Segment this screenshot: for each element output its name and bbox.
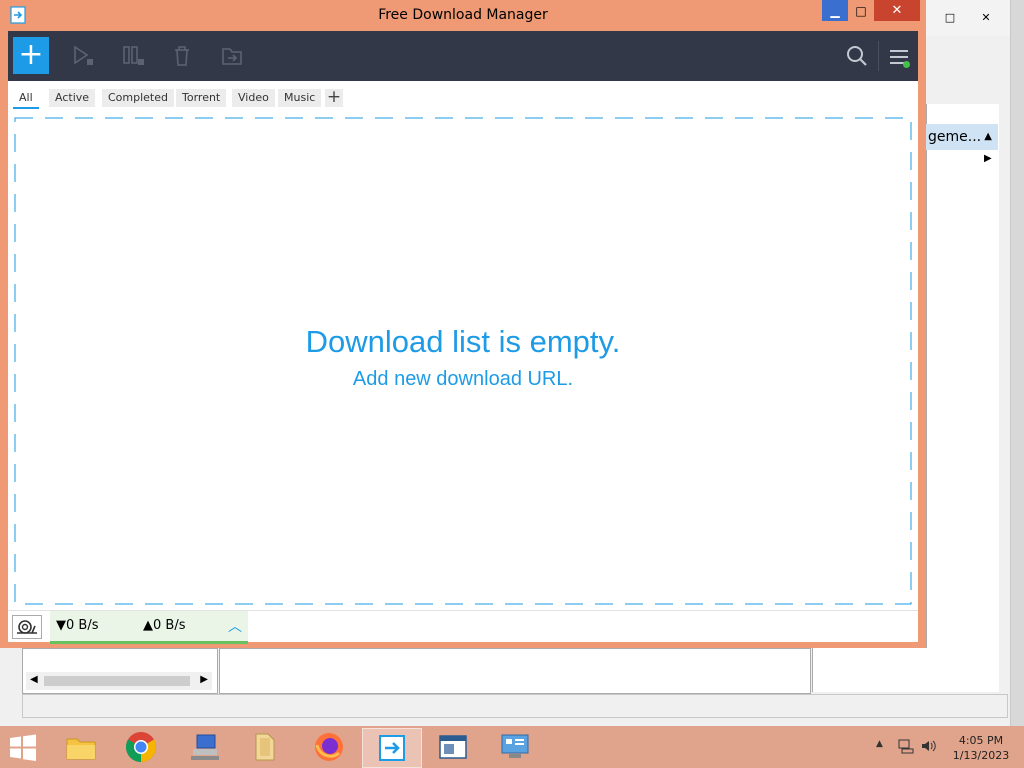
network-app-taskbar-icon[interactable] — [176, 728, 234, 766]
fdm-taskbar-icon[interactable] — [362, 728, 422, 768]
expand-arrow-icon[interactable]: ▶ — [984, 153, 992, 164]
close-button[interactable]: ✕ — [874, 0, 920, 21]
toolbar: + — [8, 31, 918, 81]
background-right-panel — [812, 648, 999, 692]
scroll-right-icon[interactable]: ▶ — [200, 674, 208, 685]
minimize-button[interactable]: ▁ — [822, 0, 848, 21]
clock-date: 1/13/2023 — [952, 749, 1010, 762]
sort-arrow-icon: ▲ — [984, 131, 992, 142]
scroll-thumb[interactable] — [44, 676, 190, 686]
start-icon[interactable] — [72, 45, 94, 67]
speed-indicator[interactable]: ▼0 B/s ▲0 B/s ︿ — [50, 611, 248, 644]
taskbar: ▲ 4:05 PM 1/13/2023 — [0, 726, 1024, 768]
chevron-up-icon[interactable]: ︿ — [228, 616, 242, 636]
tab-video[interactable]: Video — [232, 89, 275, 107]
search-icon[interactable] — [846, 45, 868, 67]
folder-icon — [66, 738, 96, 760]
tab-active[interactable]: Active — [49, 89, 96, 107]
firefox-icon — [315, 733, 343, 761]
control-panel-icon — [501, 734, 529, 758]
add-download-button[interactable]: + — [13, 37, 49, 74]
clock[interactable]: 4:05 PM 1/13/2023 — [946, 733, 1016, 763]
download-speed: ▼0 B/s — [56, 618, 99, 633]
firefox-taskbar-icon[interactable] — [300, 728, 358, 766]
volume-icon[interactable] — [920, 738, 936, 754]
upload-speed: ▲0 B/s — [143, 618, 186, 633]
fdm-icon — [379, 735, 405, 761]
snail-mode-button[interactable] — [12, 615, 42, 639]
snail-icon — [17, 620, 37, 634]
download-list[interactable]: Download list is empty. Add new download… — [8, 114, 918, 610]
clock-time: 4:05 PM — [958, 734, 1004, 747]
show-hidden-icons-icon[interactable]: ▲ — [876, 739, 883, 749]
file-explorer-taskbar-icon[interactable] — [52, 728, 110, 766]
background-close-button[interactable]: ✕ — [976, 8, 996, 26]
delete-icon[interactable] — [171, 45, 193, 67]
maximize-button[interactable]: □ — [848, 0, 874, 21]
background-window-titlebar: □ ✕ — [926, 0, 1010, 36]
network-icon[interactable] — [898, 738, 914, 754]
chrome-taskbar-icon[interactable] — [112, 728, 170, 766]
editor-taskbar-icon[interactable] — [424, 728, 482, 766]
drop-zone-border — [14, 117, 912, 605]
documents-taskbar-icon[interactable] — [236, 728, 294, 766]
document-folder-icon — [255, 733, 275, 761]
move-icon[interactable] — [221, 45, 243, 67]
system-tray: ▲ — [870, 736, 940, 758]
window-app-icon — [439, 735, 467, 759]
windows-start-icon[interactable] — [8, 734, 38, 762]
add-tab-button[interactable]: + — [325, 89, 343, 107]
pause-icon[interactable] — [122, 45, 144, 67]
background-middle-panel — [219, 648, 811, 694]
network-computer-icon — [191, 734, 219, 760]
horizontal-scrollbar[interactable]: ◀ ▶ — [26, 672, 212, 690]
toolbar-separator — [878, 41, 879, 71]
add-url-link[interactable]: Add new download URL. — [14, 368, 912, 391]
tab-all[interactable]: All — [13, 89, 39, 109]
empty-list-message: Download list is empty. — [305, 324, 621, 359]
tab-torrent[interactable]: Torrent — [176, 89, 227, 107]
background-maximize-button[interactable]: □ — [940, 8, 960, 26]
chrome-icon — [125, 732, 157, 762]
tab-completed[interactable]: Completed — [102, 89, 174, 107]
background-statusbar — [22, 694, 1008, 718]
status-dot-icon — [903, 61, 910, 68]
background-list — [926, 104, 999, 690]
tab-music[interactable]: Music — [278, 89, 322, 107]
control-panel-taskbar-icon[interactable] — [486, 728, 544, 766]
status-bar: ▼0 B/s ▲0 B/s ︿ — [8, 610, 918, 644]
scroll-left-icon[interactable]: ◀ — [30, 674, 38, 685]
fdm-titlebar: Free Download Manager ▁ □ ✕ — [0, 0, 926, 31]
fdm-window: Free Download Manager ▁ □ ✕ + All Active… — [0, 0, 926, 648]
window-title: Free Download Manager — [378, 7, 548, 23]
filter-tabs: All Active Completed Torrent Video Music… — [8, 81, 918, 114]
background-column-header[interactable]: geme... ▲ — [926, 124, 998, 150]
